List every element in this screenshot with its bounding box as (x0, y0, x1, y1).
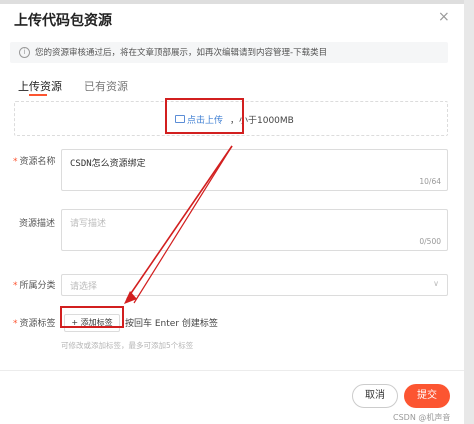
annotation-arrow (124, 145, 233, 304)
arrow-line-2 (133, 145, 233, 304)
arrow-line (126, 145, 233, 300)
